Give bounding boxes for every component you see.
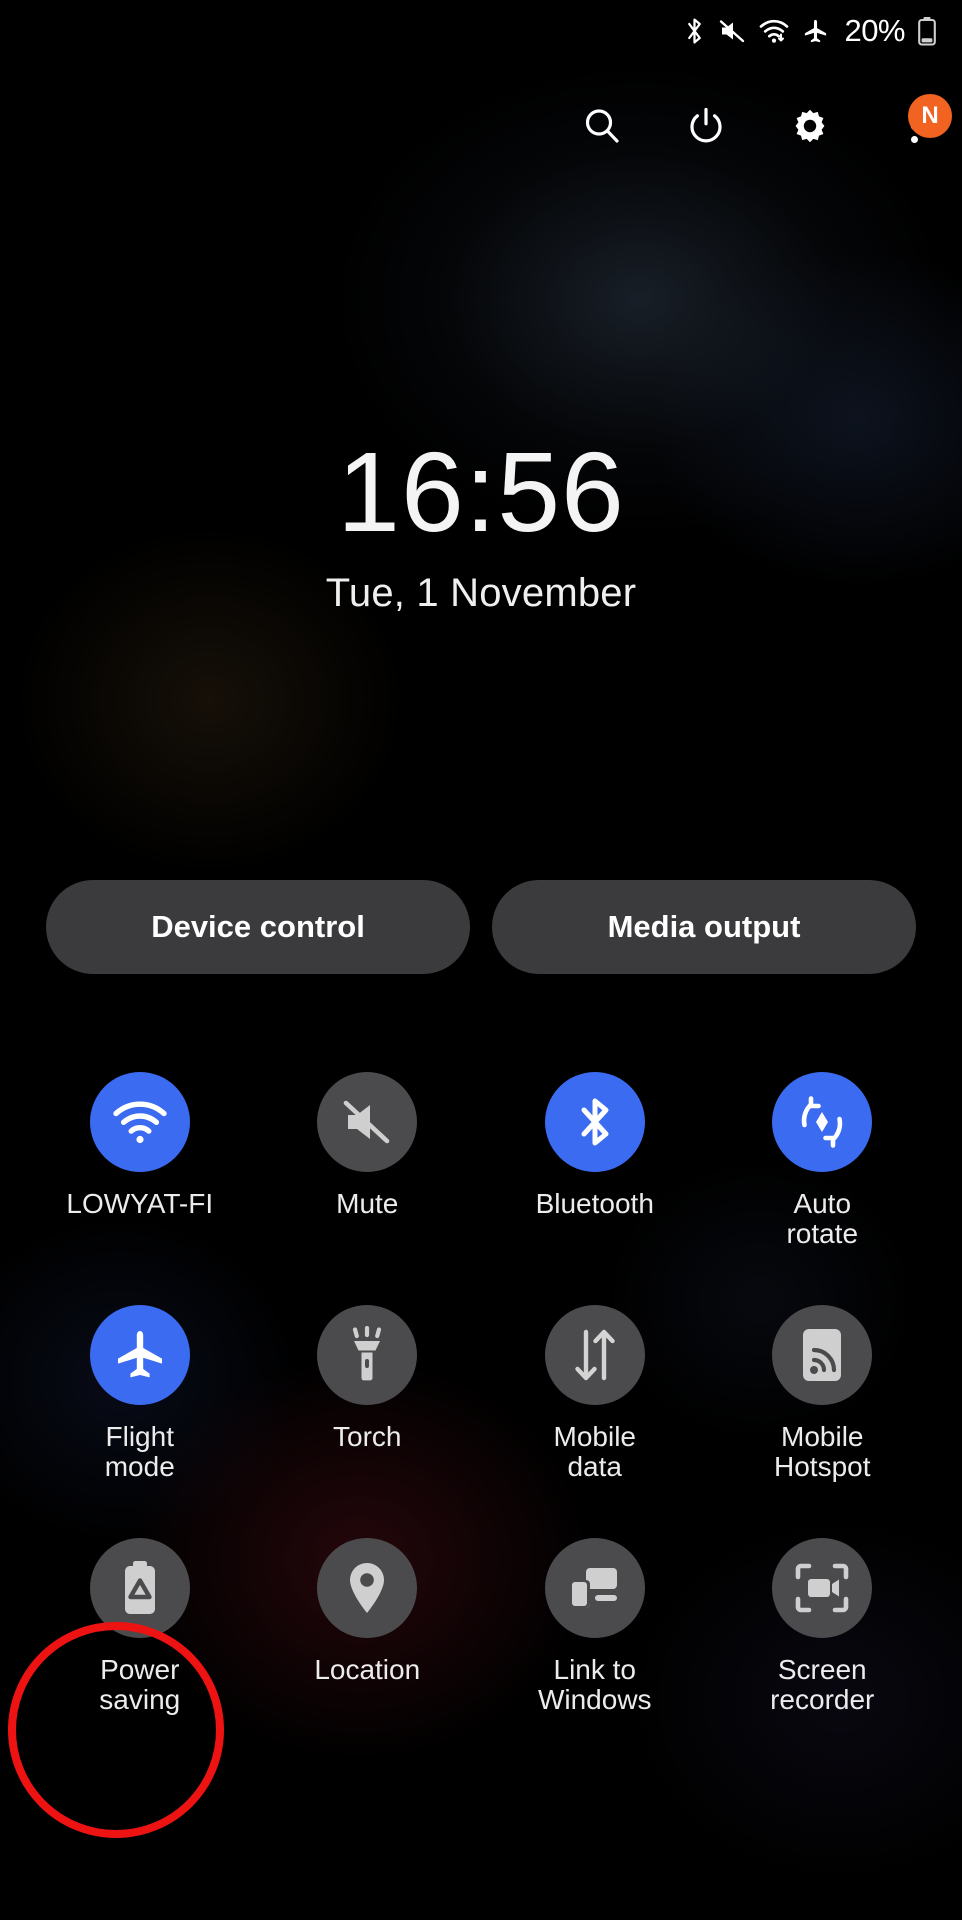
search-icon[interactable] xyxy=(576,100,628,152)
toggle-mobile-data[interactable]: Mobile data xyxy=(481,1304,709,1482)
toggle-label: Mobile data xyxy=(553,1420,636,1482)
toggle-mute[interactable]: Mute xyxy=(254,1072,482,1249)
wifi-icon xyxy=(759,18,789,44)
auto-rotate-icon[interactable] xyxy=(772,1072,873,1172)
link-to-windows-icon[interactable] xyxy=(544,1537,645,1638)
toggle-label: Torch xyxy=(333,1420,402,1452)
toggle-power-saving[interactable]: Power saving xyxy=(26,1537,254,1715)
toggle-wifi[interactable]: LOWYAT-FI xyxy=(26,1072,254,1249)
more-options-icon[interactable]: N xyxy=(888,94,952,152)
toggle-bluetooth[interactable]: Bluetooth xyxy=(481,1072,709,1249)
toggle-label: Link to Windows xyxy=(537,1653,652,1715)
airplane-icon xyxy=(802,18,829,45)
clock-time: 16:56 xyxy=(337,429,625,555)
panel-pill-row: Device control Media output xyxy=(46,880,916,974)
bluetooth-icon xyxy=(684,16,705,46)
quick-settings-grid: LOWYAT-FI Mute Bluetooth Auto rotate Fli… xyxy=(26,1072,936,1715)
toggle-label: Location xyxy=(314,1653,421,1685)
location-pin-icon[interactable] xyxy=(317,1537,418,1638)
toggle-label: Screen recorder xyxy=(770,1653,875,1715)
mobile-data-icon[interactable] xyxy=(544,1304,645,1405)
toggle-flight-mode[interactable]: Flight mode xyxy=(26,1304,254,1482)
toggle-mobile-hotspot[interactable]: Mobile Hotspot xyxy=(709,1304,937,1482)
wifi-icon[interactable] xyxy=(89,1072,190,1172)
toggle-torch[interactable]: Torch xyxy=(254,1304,482,1482)
mute-icon xyxy=(718,17,746,45)
toggle-screen-recorder[interactable]: Screen recorder xyxy=(709,1537,937,1715)
power-icon[interactable] xyxy=(680,100,732,152)
status-bar: 20% xyxy=(0,0,962,62)
toggle-auto-rotate[interactable]: Auto rotate xyxy=(709,1072,937,1249)
bluetooth-icon[interactable] xyxy=(544,1072,645,1172)
clock-date: Tue, 1 November xyxy=(325,571,637,615)
toggle-location[interactable]: Location xyxy=(254,1537,482,1715)
airplane-icon[interactable] xyxy=(89,1304,190,1405)
toggle-label: LOWYAT-FI xyxy=(66,1188,214,1219)
media-output-button[interactable]: Media output xyxy=(492,880,916,974)
mute-icon[interactable] xyxy=(317,1072,418,1172)
toggle-label: Auto rotate xyxy=(786,1188,859,1249)
toggle-label: Mute xyxy=(336,1188,399,1219)
notification-badge[interactable]: N xyxy=(908,94,952,138)
toggle-label: Flight mode xyxy=(104,1420,175,1482)
torch-icon[interactable] xyxy=(317,1304,418,1405)
battery-percent-label: 20% xyxy=(844,13,905,48)
gear-icon[interactable] xyxy=(784,100,836,152)
hotspot-icon[interactable] xyxy=(772,1304,873,1405)
screen-recorder-icon[interactable] xyxy=(772,1537,873,1638)
device-control-button[interactable]: Device control xyxy=(46,880,470,974)
lockscreen-clock: 16:56 Tue, 1 November xyxy=(0,436,962,616)
quick-panel-header: N xyxy=(0,86,962,166)
battery-low-icon xyxy=(918,16,936,46)
toggle-label: Mobile Hotspot xyxy=(774,1420,871,1482)
toggle-label: Bluetooth xyxy=(535,1188,654,1219)
power-saving-icon[interactable] xyxy=(89,1537,190,1638)
toggle-link-to-windows[interactable]: Link to Windows xyxy=(481,1537,709,1715)
toggle-label: Power saving xyxy=(99,1653,181,1715)
